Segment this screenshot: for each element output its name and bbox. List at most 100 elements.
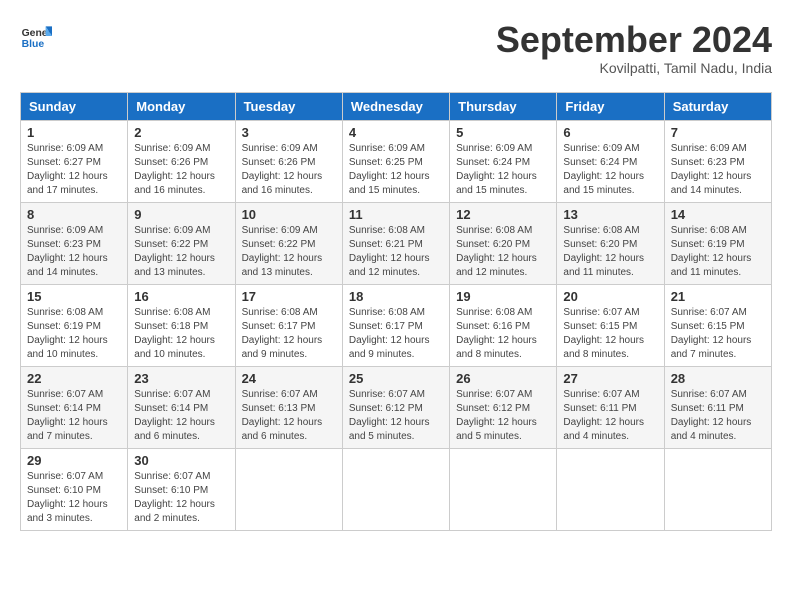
day-info: Sunrise: 6:07 AMSunset: 6:10 PMDaylight:… [27,470,121,526]
day-info: Sunrise: 6:09 AMSunset: 6:22 PMDaylight:… [242,224,336,280]
empty-cell [557,448,664,530]
day-info: Sunrise: 6:09 AMSunset: 6:25 PMDaylight:… [349,142,443,198]
day-info: Sunrise: 6:08 AMSunset: 6:18 PMDaylight:… [134,306,228,362]
table-row: 4 Sunrise: 6:09 AMSunset: 6:25 PMDaylight… [342,120,449,202]
header-monday: Monday [128,92,235,120]
day-info: Sunrise: 6:08 AMSunset: 6:19 PMDaylight:… [671,224,765,280]
logo-icon: General Blue [20,20,52,52]
weekday-header-row: Sunday Monday Tuesday Wednesday Thursday… [21,92,772,120]
table-row: 22 Sunrise: 6:07 AMSunset: 6:14 PMDayligh… [21,366,128,448]
day-info: Sunrise: 6:09 AMSunset: 6:26 PMDaylight:… [134,142,228,198]
day-number: 5 [456,125,550,140]
day-number: 14 [671,207,765,222]
day-info: Sunrise: 6:07 AMSunset: 6:13 PMDaylight:… [242,388,336,444]
day-info: Sunrise: 6:09 AMSunset: 6:24 PMDaylight:… [456,142,550,198]
day-number: 28 [671,371,765,386]
table-row: 23 Sunrise: 6:07 AMSunset: 6:14 PMDayligh… [128,366,235,448]
table-row: 17 Sunrise: 6:08 AMSunset: 6:17 PMDayligh… [235,284,342,366]
day-number: 13 [563,207,657,222]
empty-cell [235,448,342,530]
day-number: 27 [563,371,657,386]
day-info: Sunrise: 6:09 AMSunset: 6:24 PMDaylight:… [563,142,657,198]
header-thursday: Thursday [450,92,557,120]
table-row: 11 Sunrise: 6:08 AMSunset: 6:21 PMDayligh… [342,202,449,284]
table-row: 14 Sunrise: 6:08 AMSunset: 6:19 PMDayligh… [664,202,771,284]
day-number: 4 [349,125,443,140]
table-row: 28 Sunrise: 6:07 AMSunset: 6:11 PMDayligh… [664,366,771,448]
day-info: Sunrise: 6:07 AMSunset: 6:12 PMDaylight:… [349,388,443,444]
day-info: Sunrise: 6:07 AMSunset: 6:12 PMDaylight:… [456,388,550,444]
table-row: 20 Sunrise: 6:07 AMSunset: 6:15 PMDayligh… [557,284,664,366]
table-row: 19Sunrise: 6:08 AMSunset: 6:16 PMDayligh… [450,284,557,366]
day-number: 7 [671,125,765,140]
table-row: 1 Sunrise: 6:09 AMSunset: 6:27 PMDaylight… [21,120,128,202]
day-number: 22 [27,371,121,386]
day-number: 8 [27,207,121,222]
day-number: 18 [349,289,443,304]
page-header: General Blue September 2024 Kovilpatti, … [20,20,772,76]
day-number: 20 [563,289,657,304]
empty-cell [450,448,557,530]
day-number: 15 [27,289,121,304]
table-row: 6 Sunrise: 6:09 AMSunset: 6:24 PMDaylight… [557,120,664,202]
day-number: 10 [242,207,336,222]
day-info: Sunrise: 6:09 AMSunset: 6:27 PMDaylight:… [27,142,121,198]
day-number: 11 [349,207,443,222]
day-info: Sunrise: 6:07 AMSunset: 6:11 PMDaylight:… [671,388,765,444]
day-info: Sunrise: 6:08 AMSunset: 6:21 PMDaylight:… [349,224,443,280]
table-row: 7 Sunrise: 6:09 AMSunset: 6:23 PMDaylight… [664,120,771,202]
table-row: 21 Sunrise: 6:07 AMSunset: 6:15 PMDayligh… [664,284,771,366]
day-info: Sunrise: 6:09 AMSunset: 6:23 PMDaylight:… [671,142,765,198]
day-info: Sunrise: 6:08 AMSunset: 6:20 PMDaylight:… [456,224,550,280]
table-row: 27Sunrise: 6:07 AMSunset: 6:11 PMDayligh… [557,366,664,448]
day-number: 12 [456,207,550,222]
header-friday: Friday [557,92,664,120]
table-row: 9 Sunrise: 6:09 AMSunset: 6:22 PMDaylight… [128,202,235,284]
svg-text:Blue: Blue [22,39,45,50]
day-number: 26 [456,371,550,386]
day-number: 24 [242,371,336,386]
day-number: 17 [242,289,336,304]
calendar-table: Sunday Monday Tuesday Wednesday Thursday… [20,92,772,531]
day-number: 16 [134,289,228,304]
calendar-row: 29Sunrise: 6:07 AMSunset: 6:10 PMDayligh… [21,448,772,530]
day-number: 25 [349,371,443,386]
day-number: 9 [134,207,228,222]
day-number: 3 [242,125,336,140]
day-number: 21 [671,289,765,304]
empty-cell [664,448,771,530]
table-row: 10 Sunrise: 6:09 AMSunset: 6:22 PMDayligh… [235,202,342,284]
header-sunday: Sunday [21,92,128,120]
day-info: Sunrise: 6:07 AMSunset: 6:14 PMDaylight:… [27,388,121,444]
day-info: Sunrise: 6:08 AMSunset: 6:20 PMDaylight:… [563,224,657,280]
day-info: Sunrise: 6:09 AMSunset: 6:26 PMDaylight:… [242,142,336,198]
table-row: 13 Sunrise: 6:08 AMSunset: 6:20 PMDayligh… [557,202,664,284]
day-info: Sunrise: 6:08 AMSunset: 6:17 PMDaylight:… [349,306,443,362]
day-number: 6 [563,125,657,140]
day-number: 2 [134,125,228,140]
table-row: 26 Sunrise: 6:07 AMSunset: 6:12 PMDayligh… [450,366,557,448]
day-number: 23 [134,371,228,386]
table-row: 8Sunrise: 6:09 AMSunset: 6:23 PMDaylight… [21,202,128,284]
calendar-row: 22 Sunrise: 6:07 AMSunset: 6:14 PMDayligh… [21,366,772,448]
day-info: Sunrise: 6:09 AMSunset: 6:22 PMDaylight:… [134,224,228,280]
table-row: 15 Sunrise: 6:08 AMSunset: 6:19 PMDayligh… [21,284,128,366]
day-info: Sunrise: 6:07 AMSunset: 6:10 PMDaylight:… [134,470,228,526]
table-row: 16 Sunrise: 6:08 AMSunset: 6:18 PMDayligh… [128,284,235,366]
header-wednesday: Wednesday [342,92,449,120]
calendar-row: 8Sunrise: 6:09 AMSunset: 6:23 PMDaylight… [21,202,772,284]
header-saturday: Saturday [664,92,771,120]
day-info: Sunrise: 6:08 AMSunset: 6:19 PMDaylight:… [27,306,121,362]
table-row: 2 Sunrise: 6:09 AMSunset: 6:26 PMDaylight… [128,120,235,202]
day-info: Sunrise: 6:08 AMSunset: 6:16 PMDaylight:… [456,306,550,362]
day-info: Sunrise: 6:07 AMSunset: 6:14 PMDaylight:… [134,388,228,444]
day-number: 1 [27,125,121,140]
day-info: Sunrise: 6:07 AMSunset: 6:15 PMDaylight:… [563,306,657,362]
day-info: Sunrise: 6:08 AMSunset: 6:17 PMDaylight:… [242,306,336,362]
title-block: September 2024 Kovilpatti, Tamil Nadu, I… [496,20,772,76]
calendar-row: 15 Sunrise: 6:08 AMSunset: 6:19 PMDayligh… [21,284,772,366]
table-row: 24 Sunrise: 6:07 AMSunset: 6:13 PMDayligh… [235,366,342,448]
location-subtitle: Kovilpatti, Tamil Nadu, India [496,60,772,76]
day-info: Sunrise: 6:07 AMSunset: 6:15 PMDaylight:… [671,306,765,362]
logo: General Blue [20,20,52,52]
